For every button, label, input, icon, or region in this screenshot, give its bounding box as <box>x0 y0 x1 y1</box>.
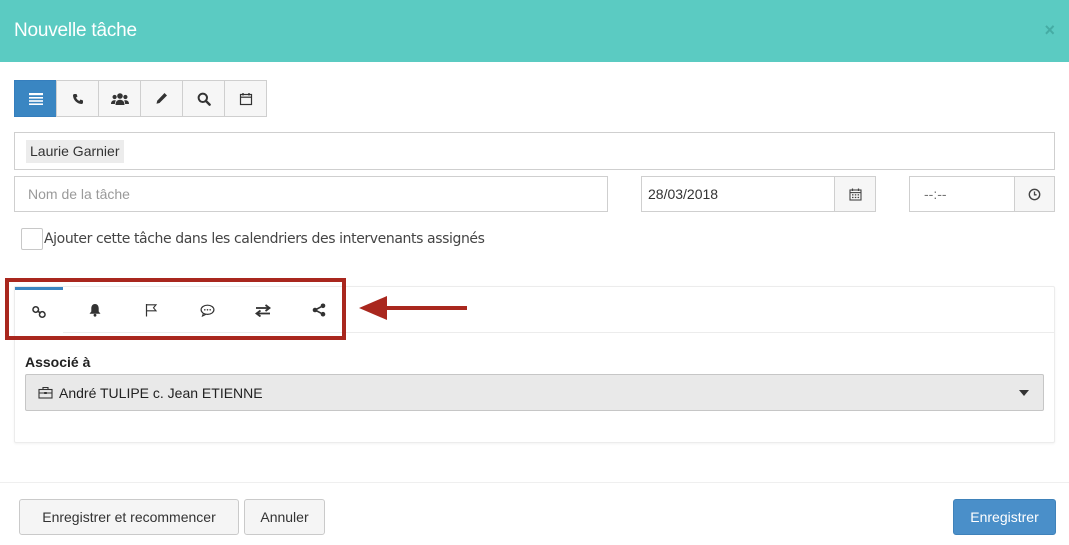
type-button-note[interactable] <box>140 80 183 117</box>
save-button[interactable]: Enregistrer <box>953 499 1056 535</box>
time-input[interactable] <box>909 176 1014 212</box>
calendar-checkbox-row: Ajouter cette tâche dans les calendriers… <box>21 227 485 251</box>
save-restart-button[interactable]: Enregistrer et recommencer <box>19 499 239 535</box>
close-icon[interactable]: × <box>1044 20 1055 41</box>
calendar-icon <box>239 92 252 105</box>
annotation-arrow <box>359 296 467 320</box>
calendar-icon <box>848 188 862 201</box>
type-button-phone[interactable] <box>56 80 99 117</box>
task-name-input[interactable] <box>14 176 608 212</box>
clock-icon <box>1028 188 1041 200</box>
date-input[interactable] <box>641 176 834 212</box>
group-icon <box>110 92 129 105</box>
chevron-down-icon <box>1019 390 1029 396</box>
time-picker-button[interactable] <box>1014 176 1055 212</box>
assignee-field[interactable]: Laurie Garnier <box>14 132 1055 170</box>
cancel-button[interactable]: Annuler <box>244 499 325 535</box>
associated-label: Associé à <box>25 354 91 370</box>
type-button-list[interactable] <box>14 80 57 117</box>
date-picker-button[interactable] <box>834 176 876 212</box>
associated-select-value: André TULIPE c. Jean ETIENNE <box>59 384 263 401</box>
list-icon <box>28 92 43 105</box>
calendar-checkbox[interactable] <box>21 228 43 250</box>
assignee-chip[interactable]: Laurie Garnier <box>26 140 124 163</box>
phone-icon <box>72 93 83 104</box>
associated-select[interactable]: André TULIPE c. Jean ETIENNE <box>25 374 1044 411</box>
briefcase-icon <box>38 386 53 399</box>
calendar-checkbox-label[interactable]: Ajouter cette tâche dans les calendriers… <box>44 231 485 247</box>
footer-divider <box>0 482 1069 483</box>
highlight-box <box>5 278 346 340</box>
search-icon <box>197 92 211 106</box>
type-button-search[interactable] <box>182 80 225 117</box>
type-button-calendar[interactable] <box>224 80 267 117</box>
modal-title: Nouvelle tâche <box>14 20 137 41</box>
date-field <box>641 176 876 212</box>
time-field <box>909 176 1055 212</box>
type-button-meeting[interactable] <box>98 80 141 117</box>
pencil-icon <box>156 93 167 104</box>
modal-header: Nouvelle tâche × <box>0 0 1069 62</box>
task-type-group <box>14 80 267 117</box>
